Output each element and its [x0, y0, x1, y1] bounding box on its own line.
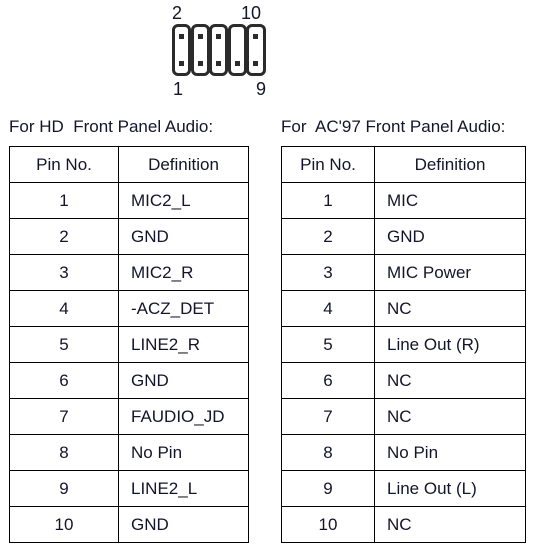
connector-pin-top-icon	[179, 34, 185, 39]
connector-slot	[209, 24, 229, 76]
connector-pin-top-icon	[253, 34, 259, 39]
table-row: 5 LINE2_R	[9, 326, 249, 363]
cell-definition: MIC	[374, 182, 526, 219]
ac97-audio-table-caption: For AC'97 Front Panel Audio:	[281, 117, 506, 136]
table-row: 4 NC	[281, 290, 526, 327]
table-row: 10 GND	[9, 506, 249, 543]
ac97-audio-pinout-table: Pin No. Definition 1 MIC 2 GND 3 MIC Pow…	[281, 146, 526, 543]
cell-definition: LINE2_R	[118, 326, 249, 363]
cell-pin-no: 9	[9, 470, 119, 507]
cell-pin-no: 7	[9, 398, 119, 435]
table-row: 7 FAUDIO_JD	[9, 398, 249, 435]
column-header-pin-no: Pin No.	[9, 146, 119, 183]
connector-pin-top-icon	[216, 34, 222, 39]
cell-pin-no: 10	[281, 506, 375, 543]
connector-pin-label-top-right: 10	[241, 3, 262, 23]
table-row: 3 MIC Power	[281, 254, 526, 291]
table-header-row: Pin No. Definition	[281, 146, 526, 183]
table-row: 6 GND	[9, 362, 249, 399]
connector-pin-missing-icon	[235, 34, 240, 39]
cell-pin-no: 10	[9, 506, 119, 543]
cell-pin-no: 2	[9, 218, 119, 255]
connector-pin-label-bottom-left: 1	[173, 79, 184, 99]
cell-definition: MIC Power	[374, 254, 526, 291]
cell-pin-no: 3	[281, 254, 375, 291]
cell-definition: MIC2_L	[118, 182, 249, 219]
cell-pin-no: 2	[281, 218, 375, 255]
cell-definition: Line Out (R)	[374, 326, 526, 363]
cell-definition: LINE2_L	[118, 470, 249, 507]
column-header-definition: Definition	[118, 146, 249, 183]
connector-pin-bottom-icon	[253, 61, 259, 66]
connector-pin-bottom-icon	[197, 61, 203, 66]
connector-slot	[190, 24, 210, 76]
cell-pin-no: 4	[281, 290, 375, 327]
cell-definition: GND	[118, 218, 249, 255]
connector-pin-bottom-icon	[234, 61, 240, 66]
table-row: 7 NC	[281, 398, 526, 435]
table-row: 6 NC	[281, 362, 526, 399]
cell-pin-no: 5	[281, 326, 375, 363]
table-row: 8 No Pin	[9, 434, 249, 471]
column-header-definition: Definition	[374, 146, 526, 183]
connector-pin-label-top-left: 2	[172, 3, 183, 23]
cell-definition: No Pin	[374, 434, 526, 471]
cell-pin-no: 5	[9, 326, 119, 363]
connector-pin-bottom-icon	[179, 61, 185, 66]
cell-pin-no: 6	[281, 362, 375, 399]
table-row: 3 MIC2_R	[9, 254, 249, 291]
cell-definition: FAUDIO_JD	[118, 398, 249, 435]
cell-definition: GND	[118, 362, 249, 399]
connector-pin-label-bottom-right: 9	[256, 79, 267, 99]
cell-definition: Line Out (L)	[374, 470, 526, 507]
cell-pin-no: 9	[281, 470, 375, 507]
connector-slot	[172, 24, 192, 76]
table-row: 1 MIC	[281, 182, 526, 219]
cell-definition: GND	[118, 506, 249, 543]
cell-pin-no: 1	[281, 182, 375, 219]
cell-definition: No Pin	[118, 434, 249, 471]
connector-slot-keyed	[227, 24, 247, 76]
table-row: 10 NC	[281, 506, 526, 543]
connector-pin-bottom-icon	[216, 61, 222, 66]
column-header-pin-no: Pin No.	[281, 146, 375, 183]
table-header-row: Pin No. Definition	[9, 146, 249, 183]
cell-definition: MIC2_R	[118, 254, 249, 291]
cell-definition: GND	[374, 218, 526, 255]
cell-definition: NC	[374, 506, 526, 543]
cell-definition: NC	[374, 398, 526, 435]
cell-definition: NC	[374, 290, 526, 327]
cell-pin-no: 1	[9, 182, 119, 219]
cell-pin-no: 8	[9, 434, 119, 471]
cell-definition: -ACZ_DET	[118, 290, 249, 327]
connector-header-body	[172, 24, 268, 76]
table-row: 9 Line Out (L)	[281, 470, 526, 507]
hd-audio-pinout-table: Pin No. Definition 1 MIC2_L 2 GND 3 MIC2…	[9, 146, 249, 543]
connector-pin-top-icon	[197, 34, 203, 39]
cell-definition: NC	[374, 362, 526, 399]
hd-audio-table-caption: For HD Front Panel Audio:	[9, 117, 214, 136]
cell-pin-no: 7	[281, 398, 375, 435]
connector-slot	[246, 24, 266, 76]
cell-pin-no: 3	[9, 254, 119, 291]
table-row: 4 -ACZ_DET	[9, 290, 249, 327]
table-row: 5 Line Out (R)	[281, 326, 526, 363]
table-row: 2 GND	[281, 218, 526, 255]
table-row: 9 LINE2_L	[9, 470, 249, 507]
cell-pin-no: 8	[281, 434, 375, 471]
front-panel-audio-connector-diagram: 2 10 1 9	[0, 0, 541, 108]
cell-pin-no: 4	[9, 290, 119, 327]
table-row: 2 GND	[9, 218, 249, 255]
table-row: 8 No Pin	[281, 434, 526, 471]
table-row: 1 MIC2_L	[9, 182, 249, 219]
cell-pin-no: 6	[9, 362, 119, 399]
